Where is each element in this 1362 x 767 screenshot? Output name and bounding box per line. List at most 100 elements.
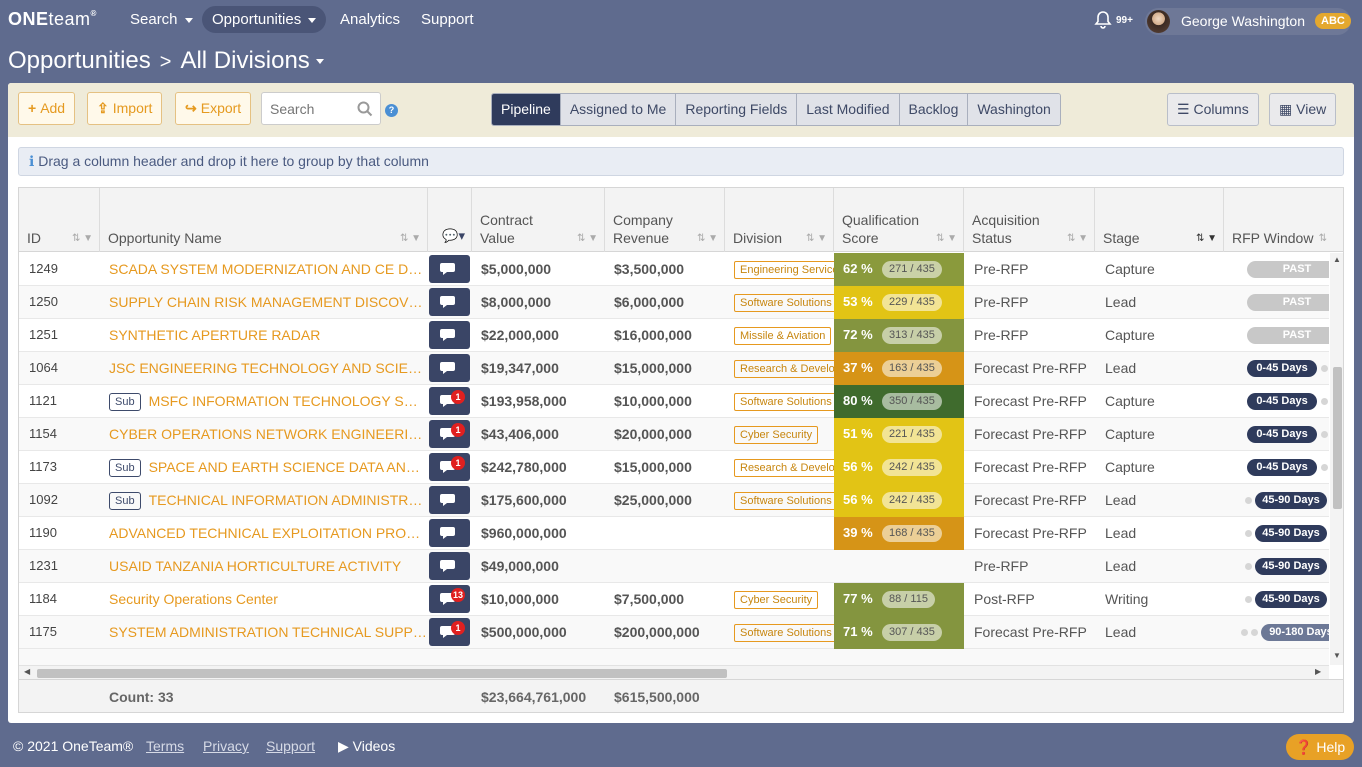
terms-link[interactable]: Terms — [146, 738, 184, 754]
videos-link[interactable]: ▶ Videos — [338, 738, 395, 755]
table-row[interactable]: 1121 SubMSFC INFORMATION TECHNOLOGY SERVI… — [19, 385, 1329, 418]
col-acquisition-status[interactable]: Acquisition Status ⇅ ▼ — [964, 188, 1095, 252]
table-row[interactable]: 1092 Sub TECHNICAL INFORMATION ADMINISTRAT… — [19, 484, 1329, 517]
col-division[interactable]: Division ⇅ ▼ — [725, 188, 834, 252]
opportunity-name-link[interactable]: JSC ENGINEERING TECHNOLOGY AND SCIENCE C… — [100, 352, 427, 385]
table-row[interactable]: 1154 CYBER OPERATIONS NETWORK ENGINEERING… — [19, 418, 1329, 451]
scroll-thumb[interactable] — [37, 669, 727, 678]
sort-filter-icon[interactable]: ⇅ ▼ — [697, 233, 718, 244]
revenue-total: $615,500,000 — [614, 689, 700, 705]
opportunity-name-link[interactable]: SubMSFC INFORMATION TECHNOLOGY SERVICES — [100, 385, 427, 418]
tab-backlog[interactable]: Backlog — [898, 94, 968, 125]
comments-button[interactable]: 1 — [429, 387, 470, 415]
help-icon[interactable]: ? — [385, 104, 398, 117]
opportunity-name-link[interactable]: Sub SPACE AND EARTH SCIENCE DATA ANALYSIS — [100, 451, 427, 484]
columns-button[interactable]: ☰ Columns — [1167, 93, 1259, 126]
sort-filter-icon[interactable]: ⇅ ▼ — [72, 233, 93, 244]
table-row[interactable]: 1175 SYSTEM ADMINISTRATION TECHNICAL SUPP… — [19, 616, 1329, 649]
opportunity-name-link[interactable]: SUPPLY CHAIN RISK MANAGEMENT DISCOVERY S… — [100, 286, 427, 319]
comments-button[interactable] — [429, 354, 470, 382]
qualification-score: 71 % 307 / 435 — [834, 616, 964, 649]
company-revenue: $3,500,000 — [614, 261, 685, 277]
sort-filter-icon[interactable]: ⇅ ▼ — [936, 233, 957, 244]
tab-pipeline[interactable]: Pipeline — [492, 94, 560, 125]
opportunity-name-link[interactable]: Security Operations Center — [100, 583, 427, 616]
tab-reporting-fields[interactable]: Reporting Fields — [675, 94, 797, 125]
tab-assigned-to-me[interactable]: Assigned to Me — [559, 94, 676, 125]
privacy-link[interactable]: Privacy — [203, 738, 249, 754]
import-button[interactable]: ⇪ Import — [87, 92, 163, 125]
group-drop-zone[interactable]: ℹ Drag a column header and drop it here … — [18, 147, 1344, 176]
vertical-scrollbar[interactable]: ▲ ▼ — [1330, 253, 1343, 665]
scroll-down-icon[interactable]: ▼ — [1333, 651, 1341, 660]
comments-button[interactable] — [429, 486, 470, 514]
horizontal-scrollbar[interactable]: ◀ ▶ — [19, 665, 1329, 679]
table-row[interactable] — [19, 649, 1329, 665]
table-row[interactable]: 1251 SYNTHETIC APERTURE RADAR $22,000,000 $… — [19, 319, 1329, 352]
sort-filter-icon[interactable]: ⇅ ▼ — [1067, 233, 1088, 244]
nav-search[interactable]: Search — [120, 6, 203, 33]
col-stage[interactable]: Stage ⇅ ▼ — [1095, 188, 1224, 252]
opportunity-name-link[interactable]: ADVANCED TECHNICAL EXPLOITATION PROGRAM — [100, 517, 427, 550]
sort-filter-icon[interactable]: ⇅ ▼ — [400, 233, 421, 244]
list-icon: ☰ — [1177, 101, 1194, 117]
copyright: © 2021 OneTeam® — [13, 738, 134, 754]
sort-icon[interactable]: ⇅ — [1319, 233, 1327, 244]
tab-last-modified[interactable]: Last Modified — [796, 94, 899, 125]
comments-button[interactable] — [429, 519, 470, 547]
comments-button[interactable] — [429, 255, 470, 283]
filter-active-icon[interactable]: ⇅ ▼ — [1196, 233, 1217, 244]
breadcrumb-opportunities[interactable]: Opportunities — [8, 47, 151, 74]
support-link[interactable]: Support — [266, 738, 315, 754]
bell-icon[interactable] — [1094, 10, 1112, 30]
scroll-left-icon[interactable]: ◀ — [24, 667, 30, 676]
chevron-down-icon[interactable] — [315, 59, 324, 65]
table-row[interactable]: 1184 Security Operations Center 13 $10,000,… — [19, 583, 1329, 616]
col-rfp-window[interactable]: RFP Window ⇅ — [1224, 188, 1343, 252]
table-row[interactable]: 1250 SUPPLY CHAIN RISK MANAGEMENT DISCOVE… — [19, 286, 1329, 319]
tab-washington[interactable]: Washington — [967, 94, 1060, 125]
export-button[interactable]: ↪ Export — [175, 92, 252, 125]
col-contract-value[interactable]: Contract Value ⇅ ▼ — [472, 188, 605, 252]
comments-button[interactable]: 13 — [429, 585, 470, 613]
comments-button[interactable] — [429, 288, 470, 316]
comments-button[interactable]: 1 — [429, 618, 470, 646]
col-opportunity-name[interactable]: Opportunity Name ⇅ ▼ — [100, 188, 428, 252]
comments-button[interactable]: 1 — [429, 453, 470, 481]
table-row[interactable]: 1190 ADVANCED TECHNICAL EXPLOITATION PROG… — [19, 517, 1329, 550]
help-button[interactable]: ❓ Help — [1286, 734, 1354, 760]
opportunity-name-link[interactable]: Sub TECHNICAL INFORMATION ADMINISTRATION — [100, 484, 427, 517]
nav-analytics[interactable]: Analytics — [330, 6, 410, 33]
table-row[interactable]: 1249 SCADA SYSTEM MODERNIZATION AND CE DA… — [19, 253, 1329, 286]
search-icon[interactable] — [357, 101, 373, 117]
opportunity-name-link[interactable]: SCADA SYSTEM MODERNIZATION AND CE DASHBO… — [100, 253, 427, 286]
opportunity-name-link[interactable]: CYBER OPERATIONS NETWORK ENGINEERING SUP… — [100, 418, 427, 451]
comments-button[interactable] — [429, 321, 470, 349]
scroll-up-icon[interactable]: ▲ — [1333, 255, 1341, 264]
col-comments[interactable]: 💬▾ — [428, 188, 472, 252]
comments-button[interactable] — [429, 552, 470, 580]
table-row[interactable]: 1064 JSC ENGINEERING TECHNOLOGY AND SCIEN… — [19, 352, 1329, 385]
opportunity-name-link[interactable]: SYNTHETIC APERTURE RADAR — [100, 319, 427, 352]
comments-button[interactable]: 1 — [429, 420, 470, 448]
nav-support[interactable]: Support — [411, 6, 484, 33]
col-qualification-score[interactable]: Qualification Score ⇅ ▼ — [834, 188, 964, 252]
opportunity-name-link[interactable]: USAID TANZANIA HORTICULTURE ACTIVITY — [100, 550, 427, 583]
add-button[interactable]: + Add — [18, 92, 76, 125]
col-id[interactable]: ID ⇅ ▼ — [19, 188, 100, 252]
opportunity-id: 1175 — [29, 624, 57, 639]
table-row[interactable]: 1231 USAID TANZANIA HORTICULTURE ACTIVITY… — [19, 550, 1329, 583]
scroll-right-icon[interactable]: ▶ — [1315, 667, 1321, 676]
col-company-revenue[interactable]: Company Revenue ⇅ ▼ — [605, 188, 725, 252]
division-selector[interactable]: All Divisions — [180, 47, 309, 74]
sort-filter-icon[interactable]: ⇅ ▼ — [577, 233, 598, 244]
view-button[interactable]: ▦ View — [1269, 93, 1337, 126]
user-menu[interactable]: George Washington ABC — [1145, 8, 1351, 35]
sort-filter-icon[interactable]: ⇅ ▼ — [806, 233, 827, 244]
comments-icon[interactable]: 💬▾ — [442, 228, 465, 244]
table-row[interactable]: 1173 Sub SPACE AND EARTH SCIENCE DATA ANAL… — [19, 451, 1329, 484]
scroll-thumb[interactable] — [1333, 367, 1342, 509]
opportunity-name-link[interactable]: SYSTEM ADMINISTRATION TECHNICAL SUPPORT — [100, 616, 427, 649]
nav-opportunities[interactable]: Opportunities — [202, 6, 327, 33]
oneteam-logo[interactable]: ONEteam® — [8, 9, 97, 30]
